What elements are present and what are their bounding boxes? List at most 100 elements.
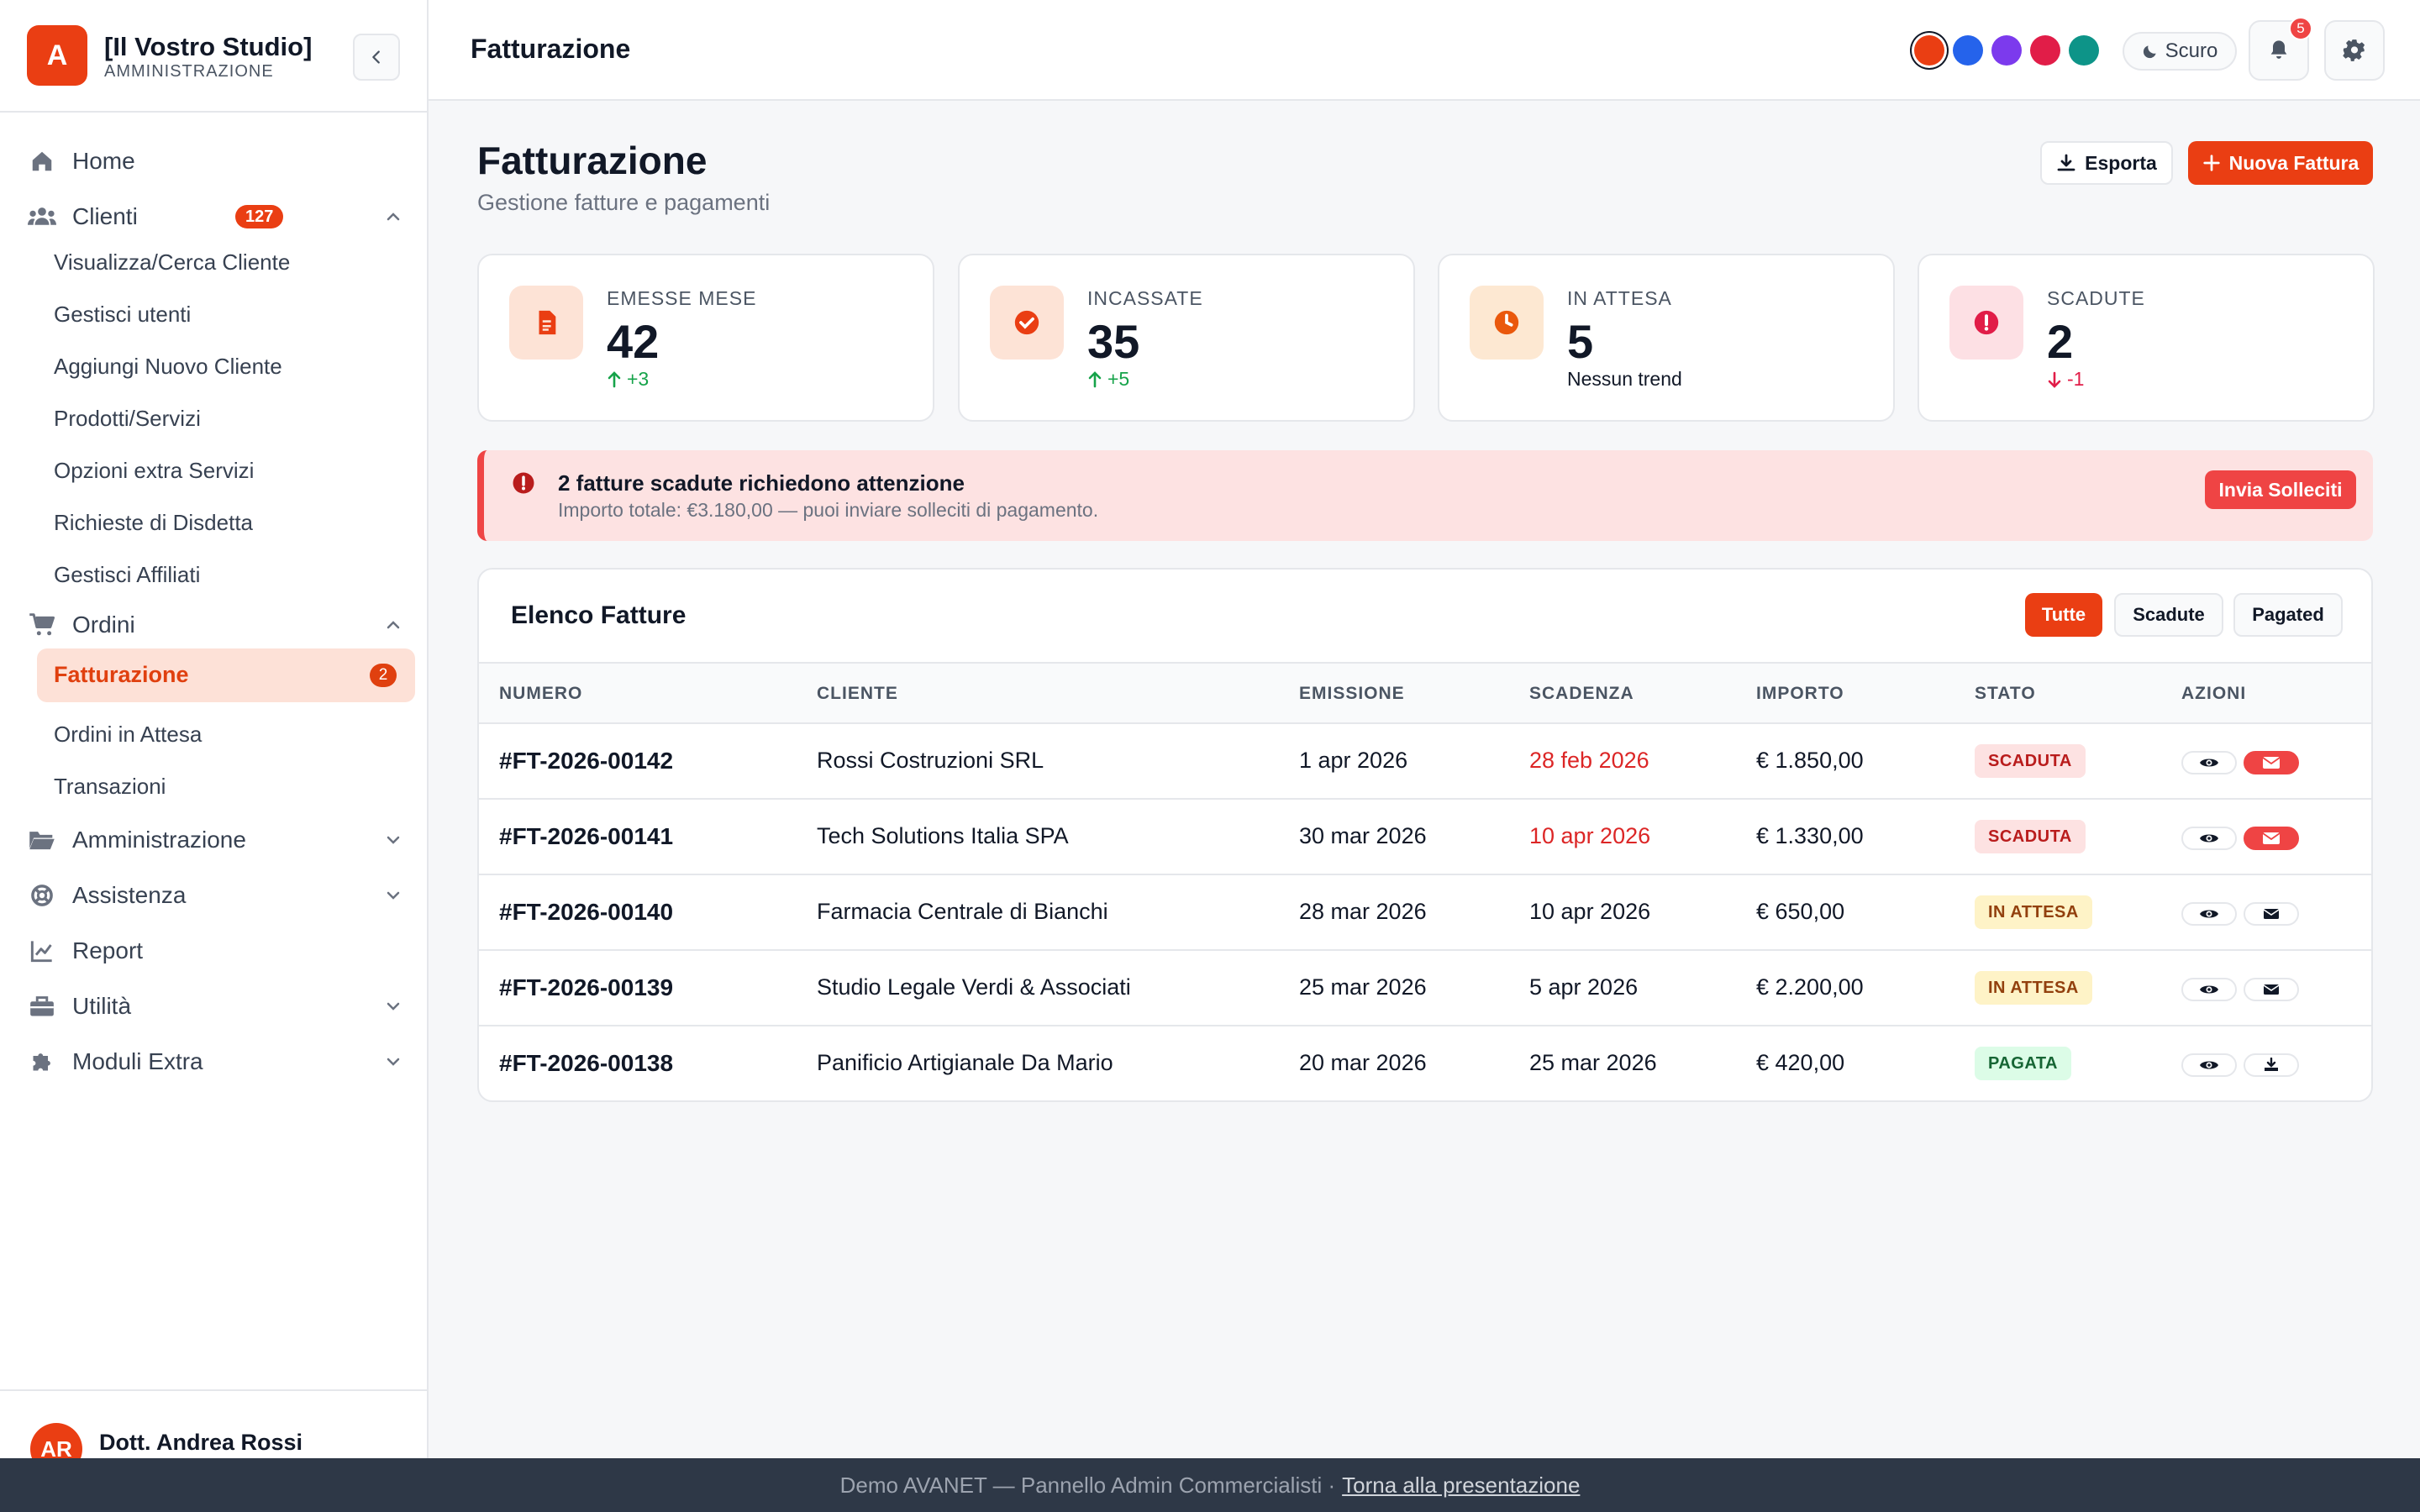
column-header-stato[interactable]: STATO: [1975, 684, 2036, 704]
stat-label: INCASSATE: [1087, 287, 1203, 309]
stat-trend: -1: [2047, 368, 2084, 391]
status-badge: IN ATTESA: [1975, 895, 2092, 929]
export-button[interactable]: Esporta: [2040, 141, 2173, 185]
page-subtitle: Gestione fatture e pagamenti: [477, 190, 771, 215]
sidebar-subitem-ordini-attesa[interactable]: Ordini in Attesa: [54, 714, 202, 754]
sidebar-item-report[interactable]: Report: [27, 927, 413, 974]
view-button[interactable]: [2181, 1053, 2237, 1077]
header-title: Fatturazione: [471, 34, 631, 64]
sidebar-subitem-gestisci-utenti[interactable]: Gestisci utenti: [54, 294, 191, 334]
download-invoice-button[interactable]: [2244, 1053, 2299, 1077]
sidebar-item-ordini[interactable]: Ordini: [27, 601, 413, 648]
view-button[interactable]: [2181, 827, 2237, 850]
sidebar-subitem-richieste-disdetta[interactable]: Richieste di Disdetta: [54, 502, 253, 543]
view-button[interactable]: [2181, 978, 2237, 1001]
sidebar-item-moduli-extra[interactable]: Moduli Extra: [27, 1038, 413, 1085]
sidebar-item-clienti[interactable]: Clienti 127: [27, 193, 413, 240]
back-to-presentation-link[interactable]: Torna alla presentazione: [1342, 1473, 1580, 1499]
invoice-client: Farmacia Centrale di Bianchi: [817, 899, 1108, 924]
invoice-amount: € 1.330,00: [1756, 823, 1864, 848]
sidebar-subitem-aggiungi-cliente[interactable]: Aggiungi Nuovo Cliente: [54, 346, 282, 386]
download-icon: [2265, 1058, 2278, 1071]
table-row[interactable]: #FT-2026-00138 Panificio Artigianale Da …: [479, 1026, 2371, 1100]
status-badge: PAGATA: [1975, 1047, 2071, 1080]
chevron-down-icon: [387, 836, 400, 844]
sidebar-subitem-opzioni-extra[interactable]: Opzioni extra Servizi: [54, 450, 254, 491]
eye-icon: [2200, 834, 2218, 843]
invoice-number[interactable]: #FT-2026-00140: [499, 899, 673, 926]
table-row[interactable]: #FT-2026-00140 Farmacia Centrale di Bian…: [479, 875, 2371, 951]
theme-color-purple[interactable]: [1991, 35, 2022, 66]
send-reminders-button[interactable]: Invia Solleciti: [2205, 470, 2356, 509]
brand-logo: A: [27, 25, 87, 86]
sidebar-subitem-fatturazione[interactable]: Fatturazione 2: [37, 648, 415, 702]
notifications-button[interactable]: 5: [2249, 17, 2312, 81]
invoice-amount: € 650,00: [1756, 899, 1845, 924]
stat-value: 5: [1567, 315, 1594, 368]
dark-mode-toggle[interactable]: Scuro: [2123, 32, 2237, 71]
filter-scadute[interactable]: Scadute: [2114, 593, 2223, 637]
invoice-due-date: 25 mar 2026: [1529, 1050, 1657, 1075]
column-header-azioni: AZIONI: [2181, 684, 2247, 703]
invoice-client: Rossi Costruzioni SRL: [817, 748, 1044, 773]
mail-icon: [2262, 832, 2281, 844]
sidebar-item-label: Clienti: [72, 203, 138, 229]
table-title: Elenco Fatture: [511, 601, 687, 629]
status-badge: SCADUTA: [1975, 820, 2086, 853]
table-row[interactable]: #FT-2026-00141 Tech Solutions Italia SPA…: [479, 800, 2371, 875]
stat-label: IN ATTESA: [1567, 287, 1672, 309]
page-title: Fatturazione: [477, 139, 708, 182]
column-header-emissione[interactable]: EMISSIONE: [1299, 684, 1405, 704]
column-header-numero[interactable]: NUMERO: [499, 684, 582, 704]
sidebar-subitem-transazioni[interactable]: Transazioni: [54, 766, 166, 806]
invoice-due-date: 28 feb 2026: [1529, 748, 1649, 773]
stat-value: 2: [2047, 315, 2074, 368]
column-header-importo[interactable]: IMPORTO: [1756, 684, 1844, 704]
settings-button[interactable]: [2324, 20, 2385, 81]
theme-color-orange[interactable]: [1914, 35, 1944, 66]
sidebar-item-label: Amministrazione: [72, 827, 246, 853]
invoice-number[interactable]: #FT-2026-00142: [499, 748, 673, 774]
invoice-number[interactable]: #FT-2026-00139: [499, 974, 673, 1001]
sidebar-subitem-prodotti-servizi[interactable]: Prodotti/Servizi: [54, 398, 201, 438]
new-invoice-button[interactable]: Nuova Fattura: [2188, 141, 2373, 185]
stat-trend-value: -1: [2067, 368, 2085, 390]
alert-circle-icon: [513, 472, 534, 494]
send-reminder-button[interactable]: [2244, 902, 2299, 926]
table-row[interactable]: #FT-2026-00142 Rossi Costruzioni SRL 1 a…: [479, 724, 2371, 800]
column-header-scadenza[interactable]: SCADENZA: [1529, 684, 1634, 704]
chevron-down-icon: [387, 891, 400, 900]
sidebar-item-amministrazione[interactable]: Amministrazione: [27, 816, 413, 864]
table-row[interactable]: #FT-2026-00139 Studio Legale Verdi & Ass…: [479, 951, 2371, 1026]
filter-tutte[interactable]: Tutte: [2025, 593, 2102, 637]
sidebar-subitem-visualizza-cliente[interactable]: Visualizza/Cerca Cliente: [54, 242, 290, 282]
invoice-number[interactable]: #FT-2026-00141: [499, 823, 673, 850]
stat-trend-value: +5: [1107, 368, 1130, 390]
chevron-up-icon: [387, 621, 400, 629]
cart-icon: [27, 610, 57, 640]
theme-color-teal[interactable]: [2069, 35, 2099, 66]
sidebar-item-utilita[interactable]: Utilità: [27, 983, 413, 1030]
sidebar-item-assistenza[interactable]: Assistenza: [27, 872, 413, 919]
sidebar-subitem-gestisci-affiliati[interactable]: Gestisci Affiliati: [54, 554, 200, 595]
invoice-number[interactable]: #FT-2026-00138: [499, 1050, 673, 1077]
footer-text: Demo AVANET — Pannello Admin Commerciali…: [839, 1472, 1336, 1498]
brand-subtitle: AMMINISTRAZIONE: [104, 62, 274, 81]
chart-line-icon: [27, 936, 57, 966]
document-icon: [509, 286, 583, 360]
send-reminder-button[interactable]: [2244, 978, 2299, 1001]
view-button[interactable]: [2181, 902, 2237, 926]
theme-color-blue[interactable]: [1953, 35, 1983, 66]
theme-color-red[interactable]: [2030, 35, 2060, 66]
filter-pagated[interactable]: Pagated: [2233, 593, 2343, 637]
send-reminder-button[interactable]: [2244, 827, 2299, 850]
invoice-issue-date: 30 mar 2026: [1299, 823, 1427, 848]
invoice-issue-date: 20 mar 2026: [1299, 1050, 1427, 1075]
invoice-due-date: 10 apr 2026: [1529, 899, 1651, 924]
view-button[interactable]: [2181, 751, 2237, 774]
send-reminder-button[interactable]: [2244, 751, 2299, 774]
sidebar-item-home[interactable]: Home: [27, 138, 413, 185]
eye-icon: [2200, 759, 2218, 767]
collapse-sidebar-button[interactable]: [353, 34, 400, 81]
column-header-cliente[interactable]: CLIENTE: [817, 684, 898, 704]
